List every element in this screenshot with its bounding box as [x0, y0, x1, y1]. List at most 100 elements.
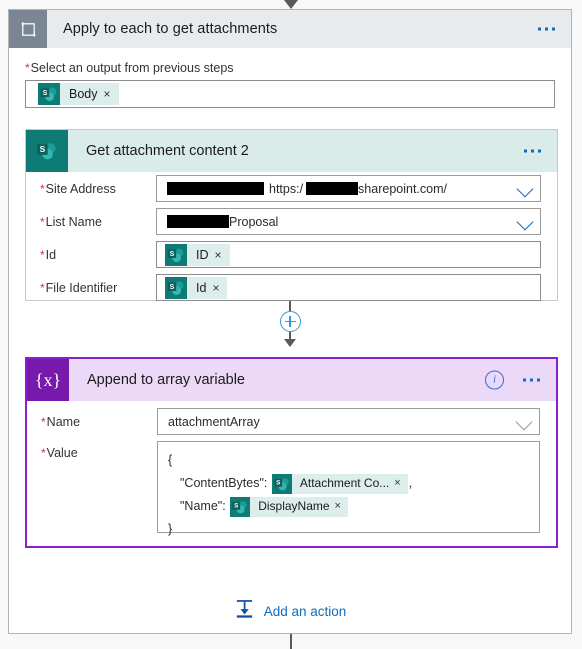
required-asterisk: *: [40, 181, 45, 196]
append-to-array-variable-more-button[interactable]: [523, 378, 540, 382]
variable-name-label: *Name: [41, 415, 157, 429]
json-key-name: "Name":: [180, 499, 226, 513]
dot: [537, 378, 540, 382]
svg-text:S: S: [170, 250, 175, 257]
add-action-icon: [234, 598, 255, 624]
sharepoint-icon: S: [26, 130, 68, 172]
json-line-close: }: [168, 518, 539, 541]
sharepoint-icon: S: [271, 473, 292, 494]
sharepoint-icon: S: [165, 276, 187, 299]
get-attachment-content-card[interactable]: S Get attachment content 2 *Site Address: [25, 129, 558, 301]
token-chip-display-name[interactable]: S DisplayName ×: [230, 496, 348, 517]
list-name-dropdown[interactable]: Proposal: [156, 208, 541, 235]
redacted-list-prefix: [167, 215, 229, 228]
token-label: DisplayName: [258, 499, 330, 514]
file-identifier-label-text: File Identifier: [45, 280, 118, 295]
chevron-down-icon[interactable]: [515, 413, 533, 430]
foreach-output-input[interactable]: S Body ×: [25, 80, 555, 108]
field-variable-name: *Name attachmentArray: [27, 405, 556, 438]
apply-to-each-header[interactable]: Apply to each to get attachments: [9, 10, 571, 48]
close-icon[interactable]: ×: [212, 282, 227, 294]
get-attachment-content-header[interactable]: S Get attachment content 2: [26, 130, 557, 172]
connector-line: [289, 332, 291, 339]
apply-to-each-title: Apply to each to get attachments: [63, 21, 278, 37]
dot: [538, 149, 541, 153]
close-icon[interactable]: ×: [104, 88, 119, 100]
chevron-down-icon[interactable]: [516, 180, 534, 197]
required-asterisk: *: [40, 247, 45, 262]
token-label: ID: [196, 247, 209, 262]
close-icon[interactable]: ×: [394, 478, 407, 489]
list-name-label-text: List Name: [45, 214, 102, 229]
token-chip-body[interactable]: S Body ×: [38, 83, 119, 105]
append-to-array-variable-card[interactable]: {x} Append to array variable i *Name att…: [25, 357, 558, 548]
dot: [552, 27, 555, 31]
chevron-down-icon[interactable]: [516, 213, 534, 230]
variable-value-editor[interactable]: { "ContentBytes": S Attachment Co... × ,…: [157, 441, 540, 536]
site-address-url-domain: sharepoint.com/: [358, 181, 447, 196]
token-chip-attachment-content[interactable]: S Attachment Co... ×: [271, 473, 408, 494]
id-label-text: Id: [45, 247, 57, 262]
apply-to-each-card[interactable]: Apply to each to get attachments *Select…: [8, 9, 572, 634]
variable-icon: {x}: [27, 359, 69, 401]
variable-value-label: *Value: [41, 441, 157, 533]
dot: [530, 378, 533, 382]
field-list-name: *List Name Proposal: [26, 205, 557, 238]
list-name-label: *List Name: [40, 215, 156, 229]
svg-text:S: S: [276, 479, 280, 486]
file-identifier-label: *File Identifier: [40, 281, 156, 295]
add-an-action-button[interactable]: Add an action: [9, 598, 571, 624]
svg-text:S: S: [40, 144, 46, 154]
append-to-array-variable-header[interactable]: {x} Append to array variable i: [27, 359, 556, 401]
close-icon[interactable]: ×: [215, 249, 230, 261]
redacted-tenant-name: [306, 182, 359, 195]
file-identifier-input[interactable]: S Id ×: [156, 274, 541, 301]
step-connector: [9, 301, 571, 356]
append-to-array-variable-title: Append to array variable: [87, 372, 245, 388]
id-label: *Id: [40, 248, 156, 262]
required-asterisk: *: [41, 446, 46, 460]
arrow-down-icon: [284, 0, 298, 9]
outgoing-connector-line: [290, 634, 292, 649]
get-attachment-content-title: Get attachment content 2: [86, 143, 249, 159]
required-asterisk: *: [41, 414, 46, 429]
site-address-label: *Site Address: [40, 182, 156, 196]
add-step-icon[interactable]: [279, 311, 301, 332]
apply-to-each-more-button[interactable]: [538, 27, 555, 31]
json-line-name: "Name": S DisplayName ×: [168, 495, 539, 518]
sharepoint-icon: S: [165, 243, 187, 266]
dot: [524, 149, 527, 153]
dot: [545, 27, 548, 31]
json-line-open: {: [168, 449, 539, 472]
info-icon[interactable]: i: [485, 370, 504, 390]
foreach-output-label-text: Select an output from previous steps: [30, 61, 234, 75]
svg-text:S: S: [43, 90, 48, 97]
token-label: Attachment Co...: [299, 476, 390, 491]
field-site-address: *Site Address https:/ sharepoint.com/: [26, 172, 557, 205]
token-chip-file-identifier[interactable]: S Id ×: [165, 276, 228, 299]
json-comma: ,: [408, 476, 413, 490]
token-chip-id[interactable]: S ID ×: [165, 243, 230, 266]
site-address-dropdown[interactable]: https:/ sharepoint.com/: [156, 175, 541, 202]
dot: [523, 378, 526, 382]
variable-name-value: attachmentArray: [168, 414, 260, 429]
connector-line: [289, 301, 291, 311]
variable-glyph: {x}: [34, 369, 62, 390]
dot: [538, 27, 541, 31]
sharepoint-icon: S: [230, 496, 251, 517]
site-address-url-scheme: https:/: [269, 181, 304, 196]
json-key-contentbytes: "ContentBytes":: [180, 476, 268, 490]
close-icon[interactable]: ×: [335, 501, 348, 512]
get-attachment-content-more-button[interactable]: [524, 149, 541, 153]
json-line-contentbytes: "ContentBytes": S Attachment Co... × ,: [168, 472, 539, 495]
variable-name-dropdown[interactable]: attachmentArray: [157, 408, 540, 435]
field-file-identifier: *File Identifier S Id ×: [26, 271, 557, 304]
redacted-site-name: [167, 182, 264, 195]
field-variable-value: *Value { "ContentBytes": S Attachment Co…: [27, 441, 556, 536]
apply-to-each-body: *Select an output from previous steps S …: [9, 48, 571, 108]
foreach-output-label: *Select an output from previous steps: [25, 61, 555, 75]
field-id: *Id S ID ×: [26, 238, 557, 271]
json-brace-close: }: [168, 522, 173, 536]
id-input[interactable]: S ID ×: [156, 241, 541, 268]
required-asterisk: *: [25, 61, 30, 75]
